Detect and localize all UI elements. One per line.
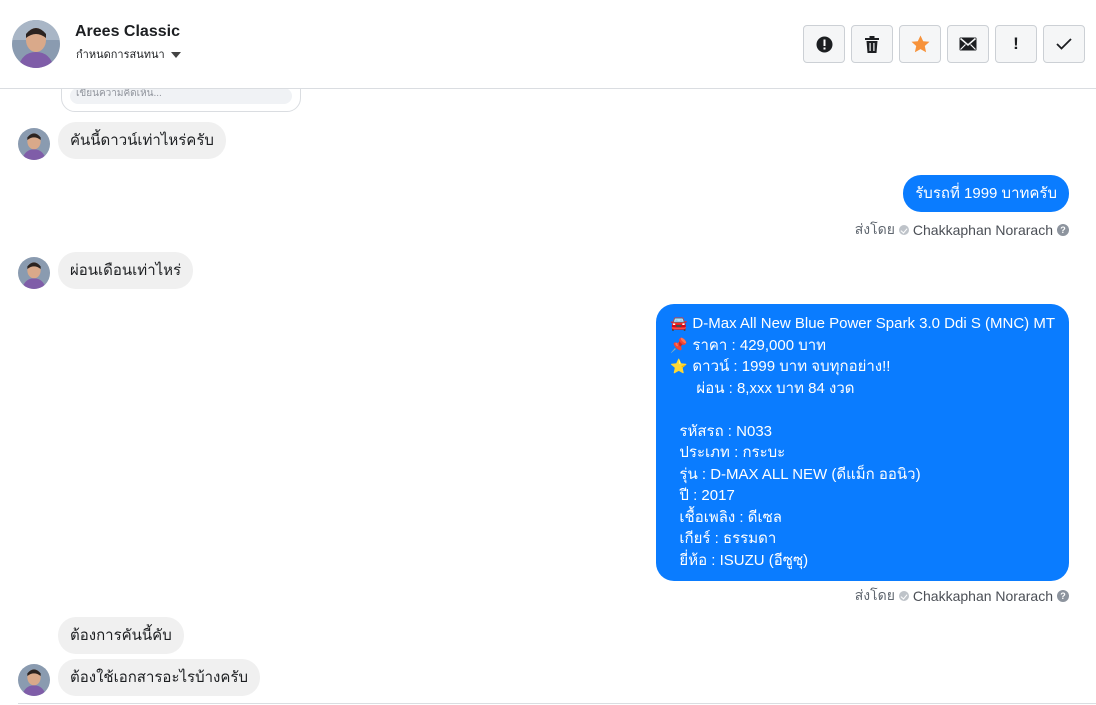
header-actions: ! <box>803 25 1085 63</box>
incoming-message[interactable]: ต้องใช้เอกสารอะไรบ้างครับ <box>58 659 260 696</box>
sender-name[interactable]: Chakkaphan Norarach <box>913 222 1053 238</box>
checkmark-icon <box>1056 38 1072 50</box>
message-line: ปี : 2017 <box>679 487 735 504</box>
sender-name[interactable]: Chakkaphan Norarach <box>913 588 1053 604</box>
contact-avatar[interactable] <box>12 20 60 68</box>
sent-by-prefix: ส่งโดย <box>854 221 895 237</box>
message-line <box>670 399 1055 421</box>
message-line: ประเภท : กระบะ <box>679 444 786 461</box>
star-icon <box>911 35 930 53</box>
incoming-message[interactable]: ผ่อนเดือนเท่าไหร่ <box>58 252 194 289</box>
sent-by-prefix: ส่งโดย <box>854 587 895 603</box>
sent-by-label: ส่งโดย Chakkaphan Norarach ? <box>855 219 1069 241</box>
conversation-schedule-dropdown[interactable]: กำหนดการสนทนา <box>76 45 181 63</box>
outgoing-message[interactable]: 🚘 D-Max All New Blue Power Spark 3.0 Ddi … <box>656 304 1069 581</box>
help-icon[interactable]: ? <box>1057 224 1069 236</box>
conversation-schedule-label: กำหนดการสนทนา <box>76 49 165 61</box>
message-line: เชื้อเพลิง : ดีเซล <box>679 508 782 526</box>
exclamation-icon: ! <box>1013 34 1019 53</box>
star-button[interactable] <box>899 25 941 63</box>
message-line: รุ่น : D-MAX ALL NEW (ดีแม็ก ออนิว) <box>679 465 921 483</box>
flag-important-button[interactable]: ! <box>995 25 1037 63</box>
conversation-header: Arees Classic กำหนดการสนทนา ! <box>0 0 1096 89</box>
verified-check-icon <box>898 225 909 235</box>
comment-card: เขียนความคิดเห็น... <box>61 89 301 112</box>
verified-check-icon <box>898 591 909 601</box>
message-line: ผ่อน : 8,xxx บาท 84 งวด <box>696 379 855 397</box>
delete-button[interactable] <box>851 25 893 63</box>
mark-unread-button[interactable] <box>947 25 989 63</box>
message-line: 🚘 D-Max All New Blue Power Spark 3.0 Ddi … <box>670 313 1055 335</box>
star-emoji-icon: ⭐ <box>670 358 688 374</box>
caret-down-icon <box>170 51 181 58</box>
sent-by-label: ส่งโดย Chakkaphan Norarach ? <box>855 585 1069 607</box>
trash-icon <box>864 35 880 53</box>
help-icon[interactable]: ? <box>1057 590 1069 602</box>
message-line: ยี่ห้อ : ISUZU (อีซูซุ) <box>679 551 809 569</box>
pushpin-icon: 📌 <box>670 336 688 353</box>
incoming-message[interactable]: ต้องการคันนี้คับ <box>58 617 184 654</box>
message-line: เกียร์ : ธรรมดา <box>679 530 777 547</box>
outgoing-message[interactable]: รับรถที่ 1999 บาทครับ <box>903 175 1069 212</box>
report-button[interactable] <box>803 25 845 63</box>
sender-avatar[interactable] <box>18 257 50 289</box>
sender-avatar[interactable] <box>18 128 50 160</box>
comment-input[interactable]: เขียนความคิดเห็น... <box>70 89 292 104</box>
sender-avatar[interactable] <box>18 664 50 696</box>
message-line: 📌 ราคา : 429,000 บาท <box>670 335 1055 357</box>
incoming-message[interactable]: คันนี้ดาวน์เท่าไหร่ครับ <box>58 122 226 159</box>
message-line: รหัสรถ : N033 <box>679 422 773 440</box>
alert-circle-icon <box>816 36 833 53</box>
mark-done-button[interactable] <box>1043 25 1085 63</box>
contact-name[interactable]: Arees Classic <box>75 23 180 41</box>
envelope-icon <box>959 37 977 51</box>
message-thread[interactable]: เขียนความคิดเห็น... คันนี้ดาวน์เท่าไหร่ค… <box>0 89 1096 705</box>
composer-divider <box>18 703 1096 704</box>
car-icon: 🚘 <box>670 315 688 331</box>
message-line: ⭐ ดาวน์ : 1999 บาท จบทุกอย่าง!! <box>670 356 1055 378</box>
